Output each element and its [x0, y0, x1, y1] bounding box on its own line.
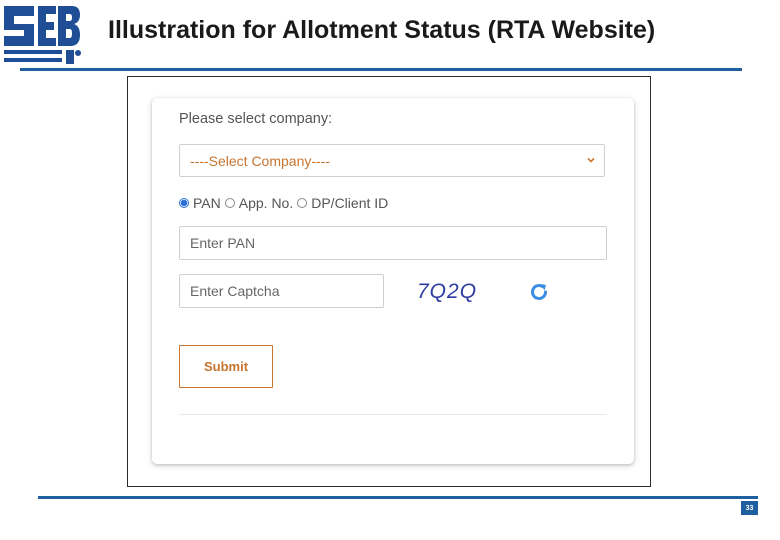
radio-app-no[interactable] [224, 198, 235, 208]
page-number: 33 [741, 501, 758, 515]
bottom-divider [38, 496, 758, 499]
radio-pan[interactable] [179, 198, 189, 208]
submit-button[interactable]: Submit [179, 345, 273, 388]
screenshot-frame: Please select company: ----Select Compan… [127, 76, 651, 487]
company-select-value: ----Select Company---- [190, 152, 331, 169]
pan-input[interactable] [179, 226, 607, 260]
allotment-form-card: Please select company: ----Select Compan… [152, 98, 634, 464]
chevron-down-icon [587, 157, 595, 163]
refresh-icon[interactable] [528, 281, 550, 303]
company-select-label: Please select company: [179, 111, 333, 127]
captcha-image: 7Q2Q [417, 280, 478, 303]
captcha-input[interactable] [179, 274, 384, 308]
radio-dp-client-id-label: DP/Client ID [311, 195, 389, 211]
radio-pan-label: PAN [193, 195, 221, 211]
sebi-logo [4, 6, 81, 64]
company-select[interactable]: ----Select Company---- [179, 144, 605, 177]
radio-app-no-label: App. No. [238, 195, 294, 211]
radio-dp-client-id[interactable] [297, 198, 308, 208]
card-divider [179, 414, 607, 415]
top-divider [20, 68, 742, 71]
slide-title: Illustration for Allotment Status (RTA W… [108, 16, 656, 44]
search-type-radio-group: PAN App. No. DP/Client ID [179, 195, 388, 211]
